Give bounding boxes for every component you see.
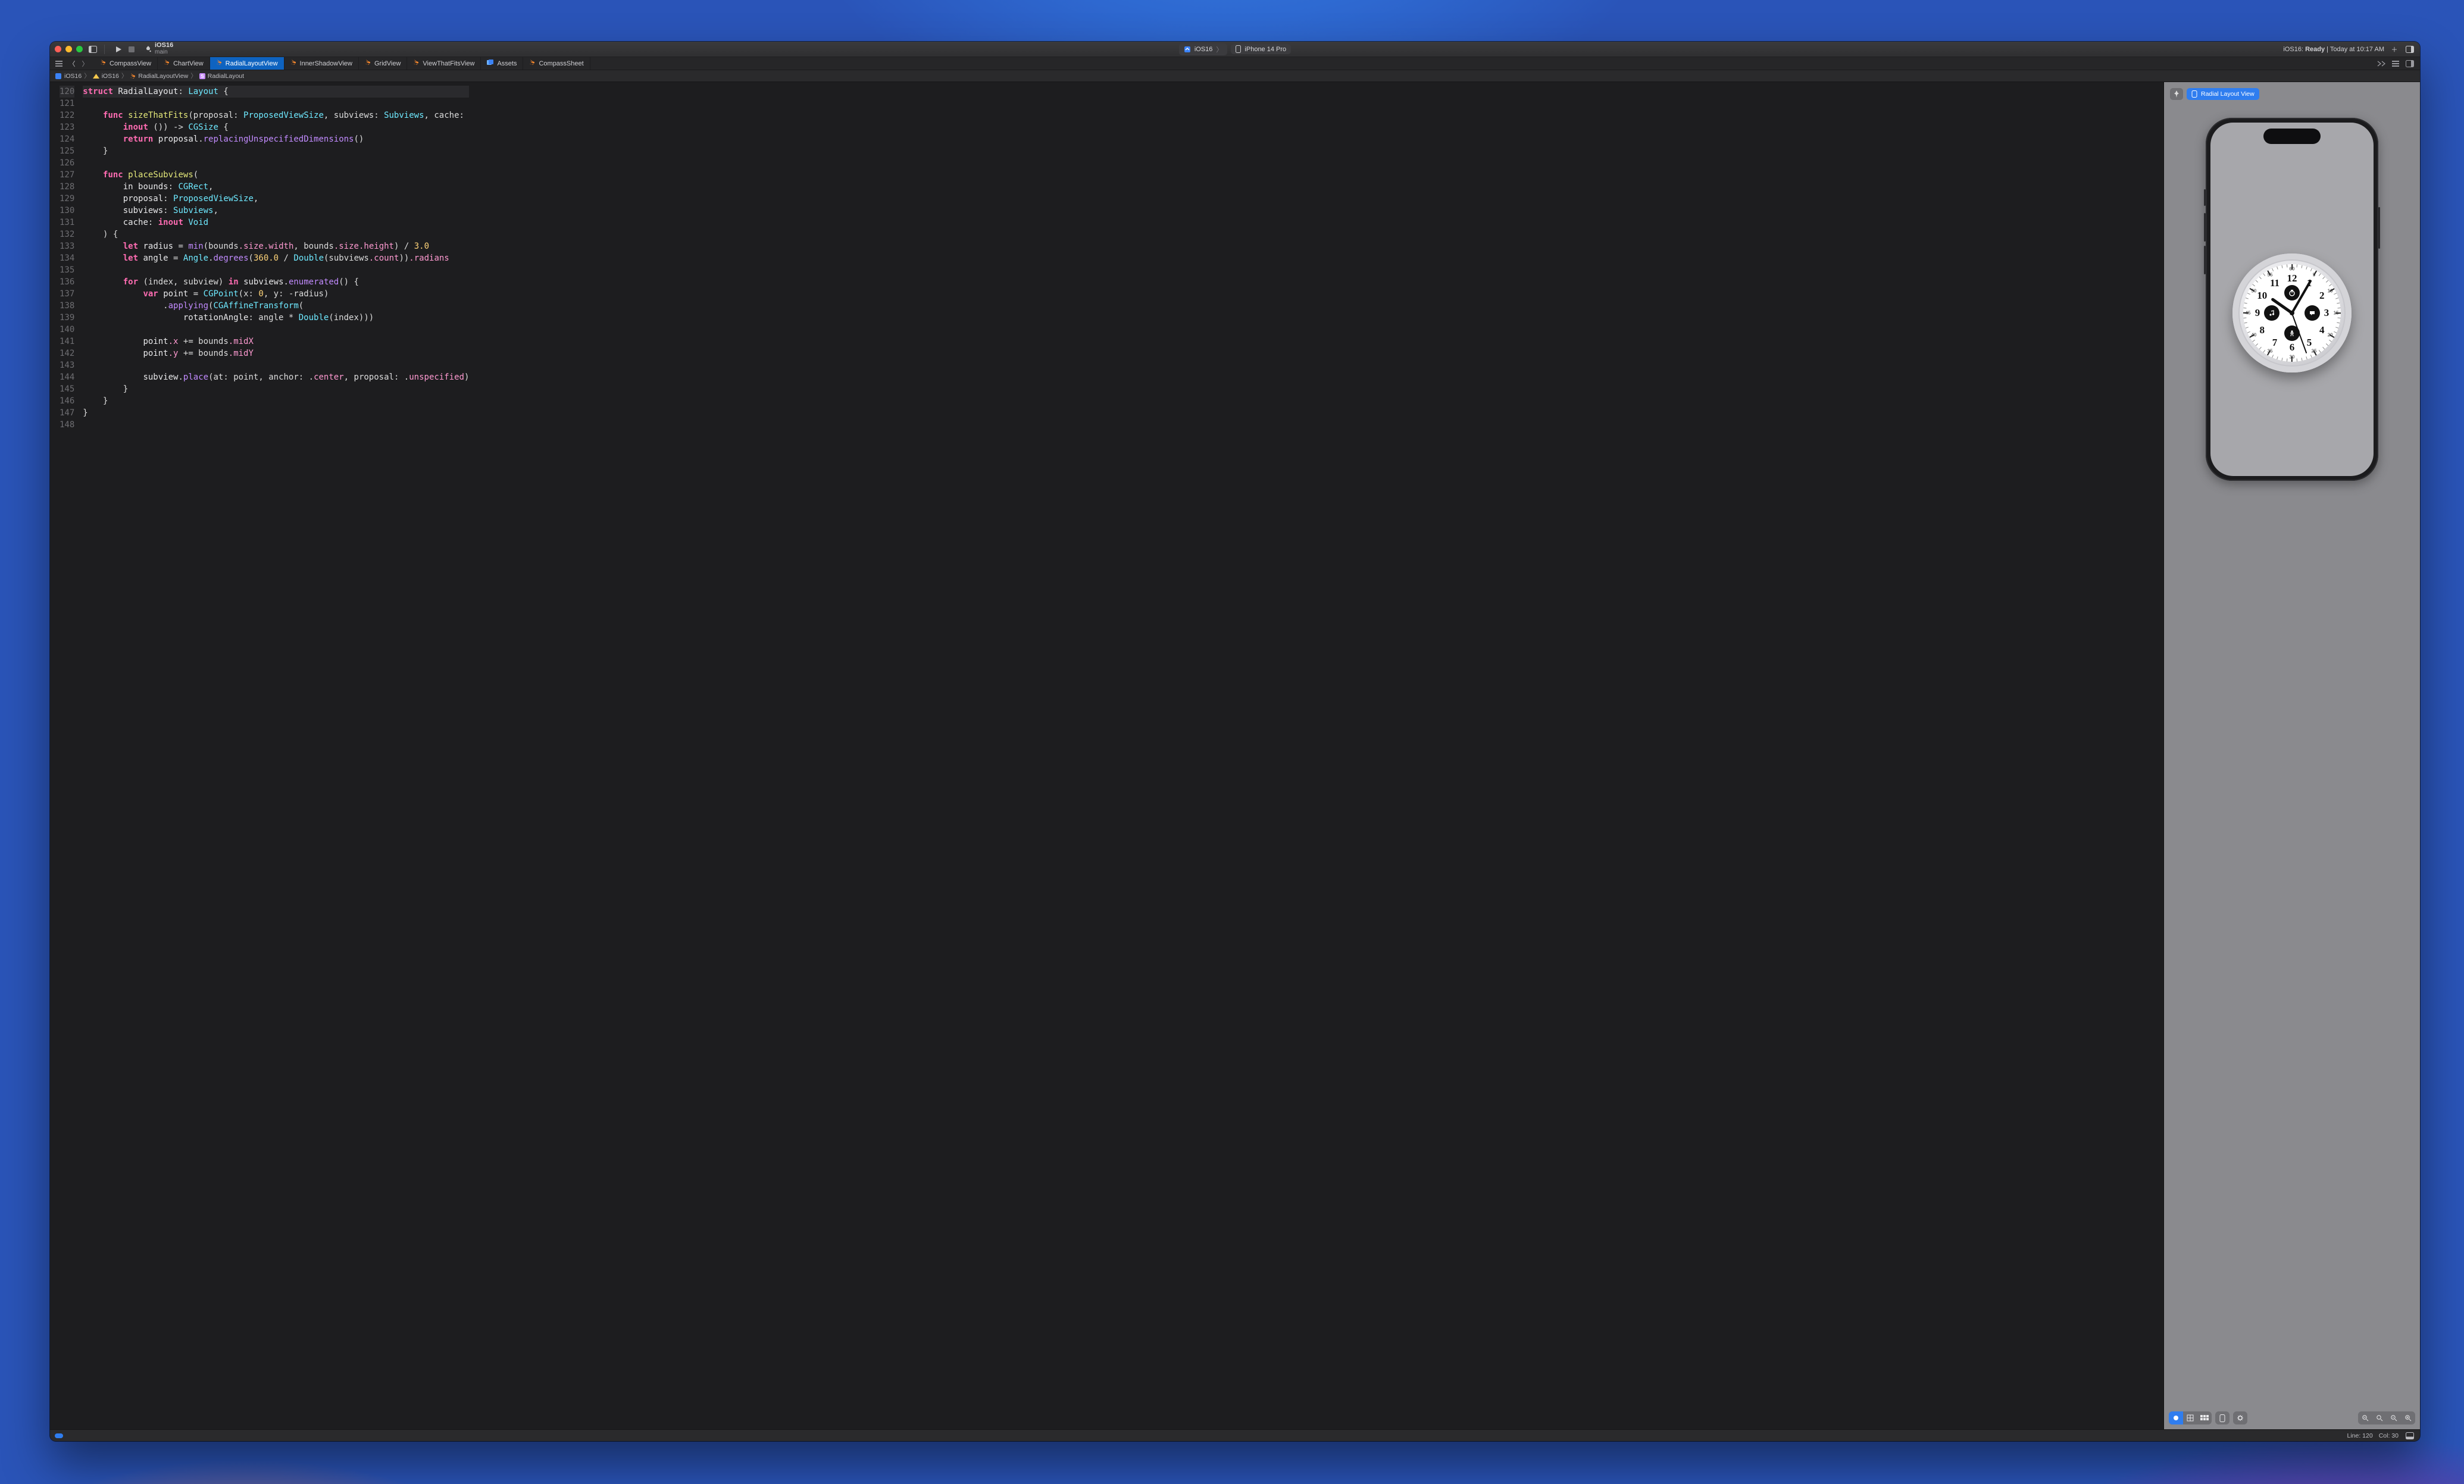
editor-tab[interactable]: GridView [359,57,407,70]
editor-tab-label: InnerShadowView [300,60,352,67]
clock-hour-number: 5 [2307,337,2312,349]
preview-toolbar [2169,1411,2415,1424]
svg-text:S: S [201,74,204,79]
path-project: iOS16 [64,73,82,80]
clock-hour-number: 3 [2324,307,2329,319]
window-minimize-button[interactable] [65,46,72,52]
debug-filter-button[interactable] [55,1433,63,1438]
jump-bar[interactable]: iOS16 〉 iOS16 〉 RadialLayoutView 〉 S Rad… [50,70,2420,82]
chevron-right-icon: 〉 [1216,45,1222,54]
cursor-line: Line: 120 [2347,1432,2373,1439]
device-settings-button[interactable] [2215,1411,2230,1424]
zoom-out-button[interactable] [2358,1411,2372,1424]
target-project: iOS16 [1195,46,1213,53]
xcode-window: iOS16 main iOS16 〉 iPhone 14 Pro iOS16: … [50,42,2420,1441]
editor-tab-label: Assets [497,60,517,67]
editor-tab-label: CompassSheet [539,60,583,67]
clock-widget: 12123456789101160510152025303540455055 [2232,253,2352,372]
editor-tab-label: GridView [374,60,401,67]
path-file: RadialLayoutView [138,73,188,80]
preview-canvas: Radial Layout View [2164,82,2420,1429]
editor-tab-label: ViewThatFitsView [423,60,474,67]
assets-icon [487,60,493,67]
editor-tab[interactable]: Assets [481,57,523,70]
clock-hour-number: 8 [2260,324,2265,336]
swift-file-icon [290,60,296,67]
complication-music-icon [2264,305,2279,321]
run-destination[interactable]: iOS16 〉 iPhone 14 Pro [50,42,2420,57]
zoom-in-button[interactable] [2401,1411,2415,1424]
dynamic-island [2263,129,2321,144]
titlebar: iOS16 main iOS16 〉 iPhone 14 Pro iOS16: … [50,42,2420,57]
clock-hour-number: 12 [2287,273,2297,284]
preview-settings-button[interactable] [2233,1411,2247,1424]
swift-file-icon [529,60,535,67]
device-bezel: 12123456789101160510152025303540455055 [2206,118,2378,481]
editor-tab[interactable]: InnerShadowView [284,57,359,70]
swift-file-icon [365,60,371,67]
swift-file-icon [164,60,170,67]
clock-hour-number: 6 [2290,342,2295,353]
clock-hour-number: 1 [2307,277,2312,289]
zoom-actual-button[interactable] [2372,1411,2387,1424]
library-button[interactable] [2404,44,2415,55]
preview-pin-button[interactable] [2170,88,2183,100]
device-screen: 12123456789101160510152025303540455055 [2210,123,2374,476]
target-device: iPhone 14 Pro [1244,46,1286,53]
preview-selector[interactable]: Radial Layout View [2187,88,2259,100]
complication-chat-icon [2304,305,2320,321]
toggle-navigator-button[interactable] [87,44,98,55]
clock-hour-number: 7 [2272,337,2278,349]
toggle-debug-area-button[interactable] [2404,1430,2415,1441]
stop-button[interactable] [126,44,137,55]
editor-tab-label: RadialLayoutView [226,60,278,67]
nav-back-button[interactable]: 〈 [67,58,77,69]
cursor-col: Col: 30 [2379,1432,2399,1439]
toggle-inspectors-button[interactable] [2404,58,2415,69]
window-close-button[interactable] [55,46,61,52]
bottom-status-bar: Line: 120 Col: 30 [50,1429,2420,1441]
selectable-preview-button[interactable] [2183,1411,2197,1424]
editor-tabbar: 〈 〉 CompassView ChartView RadialLayoutView… [50,57,2420,70]
editor-tab-label: CompassView [110,60,151,67]
window-traffic-lights [55,46,83,52]
clock-hour-number: 9 [2255,307,2260,319]
path-symbol: RadialLayout [208,73,244,80]
window-fullscreen-button[interactable] [76,46,83,52]
editor-tab-label: ChartView [173,60,204,67]
related-items-button[interactable] [54,58,64,69]
swift-file-icon [100,60,106,67]
variants-button[interactable] [2197,1411,2212,1424]
zoom-fit-button[interactable] [2387,1411,2401,1424]
editor-tab[interactable]: CompassSheet [523,57,590,70]
swift-file-icon [413,60,419,67]
run-button[interactable] [113,44,124,55]
swift-file-icon [216,60,222,67]
preview-chip-label: Radial Layout View [2201,90,2255,98]
activity-status: iOS16: Ready | Today at 10:17 AM ＋ [2283,42,2415,57]
clock-hour-number: 10 [2257,290,2267,302]
scheme-selector[interactable]: iOS16 main [145,42,173,55]
add-editor-button[interactable]: ＋ [2389,44,2400,55]
editor-tab[interactable]: ViewThatFitsView [407,57,481,70]
nav-forward-button[interactable]: 〉 [80,58,90,69]
complication-timer-icon [2284,285,2300,300]
editor-options-button[interactable] [2376,58,2387,69]
code-editor[interactable]: 1201211221231241251261271281291301311321… [50,82,2163,1429]
editor-tab[interactable]: RadialLayoutView [210,57,284,70]
clock-hour-number: 11 [2270,277,2279,289]
clock-hour-number: 4 [2319,324,2325,336]
adjust-editor-button[interactable] [2390,58,2401,69]
editor-tab[interactable]: ChartView [158,57,210,70]
path-group: iOS16 [102,73,119,80]
live-preview-button[interactable] [2169,1411,2183,1424]
editor-tab[interactable]: CompassView [94,57,158,70]
clock-hour-number: 2 [2319,290,2325,302]
scheme-branch: main [155,49,173,56]
